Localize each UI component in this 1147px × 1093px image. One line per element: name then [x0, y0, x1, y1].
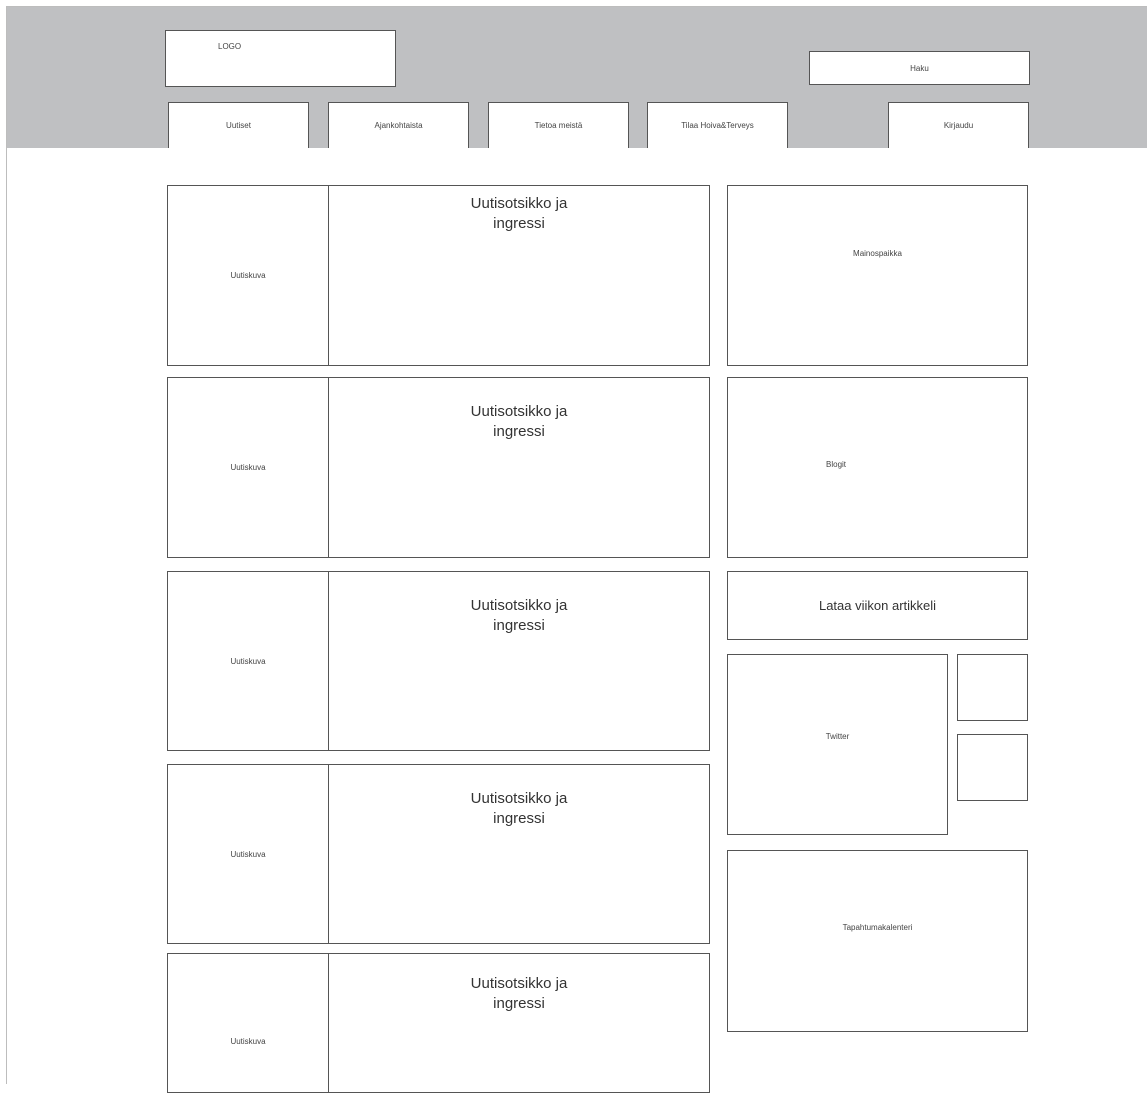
news-headline-line1: Uutisotsikko ja — [470, 195, 568, 212]
login-button[interactable]: Kirjaudu — [888, 102, 1029, 148]
logo[interactable]: LOGO — [165, 30, 396, 87]
nav-tab-label: Ajankohtaista — [374, 121, 423, 130]
social-widget[interactable] — [957, 734, 1028, 801]
login-label: Kirjaudu — [943, 121, 974, 130]
nav-tab-label: Tietoa meistä — [534, 121, 583, 130]
news-item[interactable]: Uutisotsikko ja ingressi — [328, 764, 710, 944]
nav-tab-uutiset[interactable]: Uutiset — [168, 102, 309, 148]
news-headline: Uutisotsikko ja ingressi — [329, 789, 709, 829]
nav-tab-tilaa[interactable]: Tilaa Hoiva&Terveys — [647, 102, 788, 148]
news-item[interactable]: Uutisotsikko ja ingressi — [328, 571, 710, 751]
news-headline: Uutisotsikko ja ingressi — [329, 402, 709, 442]
news-headline: Uutisotsikko ja ingressi — [329, 974, 709, 1014]
news-item[interactable]: Uutisotsikko ja ingressi — [328, 953, 710, 1093]
news-image[interactable]: Uutiskuva — [167, 764, 329, 944]
event-calendar-label: Tapahtumakalenteri — [842, 922, 913, 932]
news-headline-line1: Uutisotsikko ja — [470, 597, 568, 614]
event-calendar[interactable]: Tapahtumakalenteri — [727, 850, 1028, 1032]
news-item[interactable]: Uutisotsikko ja ingressi — [328, 377, 710, 558]
ad-slot-label: Mainospaikka — [853, 249, 902, 258]
news-headline-line2: ingressi — [493, 215, 545, 232]
search-button[interactable]: Haku — [809, 51, 1030, 85]
news-headline: Uutisotsikko ja ingressi — [329, 596, 709, 636]
news-headline-line1: Uutisotsikko ja — [470, 975, 568, 992]
news-headline-line2: ingressi — [493, 810, 545, 827]
twitter-feed[interactable]: Twitter — [727, 654, 948, 835]
nav-tab-label: Tilaa Hoiva&Terveys — [681, 121, 754, 130]
news-image[interactable]: Uutiskuva — [167, 185, 329, 366]
blogs-box[interactable]: Blogit — [727, 377, 1028, 558]
news-image-label: Uutiskuva — [230, 463, 266, 472]
news-headline-line2: ingressi — [493, 995, 545, 1012]
news-image[interactable]: Uutiskuva — [167, 571, 329, 751]
nav-tab-ajankohtaista[interactable]: Ajankohtaista — [328, 102, 469, 148]
news-image[interactable]: Uutiskuva — [167, 377, 329, 558]
news-headline-line1: Uutisotsikko ja — [470, 403, 568, 420]
news-image-label: Uutiskuva — [230, 656, 266, 666]
news-headline-line2: ingressi — [493, 617, 545, 634]
nav-tab-tietoa-meista[interactable]: Tietoa meistä — [488, 102, 629, 148]
download-article-button[interactable]: Lataa viikon artikkeli — [727, 571, 1028, 640]
news-headline-line2: ingressi — [493, 423, 545, 440]
news-item[interactable]: Uutisotsikko ja ingressi — [328, 185, 710, 366]
news-image-label: Uutiskuva — [230, 1037, 266, 1046]
nav-tab-label: Uutiset — [226, 121, 251, 130]
news-headline-line1: Uutisotsikko ja — [470, 790, 568, 807]
news-image-label: Uutiskuva — [230, 849, 266, 859]
download-article-label: Lataa viikon artikkeli — [818, 598, 937, 613]
social-widget[interactable] — [957, 654, 1028, 721]
twitter-label: Twitter — [825, 732, 850, 741]
news-image[interactable]: Uutiskuva — [167, 953, 329, 1093]
news-image-label: Uutiskuva — [230, 271, 266, 280]
blogs-label: Blogit — [826, 460, 847, 469]
ad-slot[interactable]: Mainospaikka — [727, 185, 1028, 366]
search-label: Haku — [910, 63, 929, 73]
logo-label: LOGO — [218, 42, 242, 51]
news-headline: Uutisotsikko ja ingressi — [329, 194, 709, 234]
